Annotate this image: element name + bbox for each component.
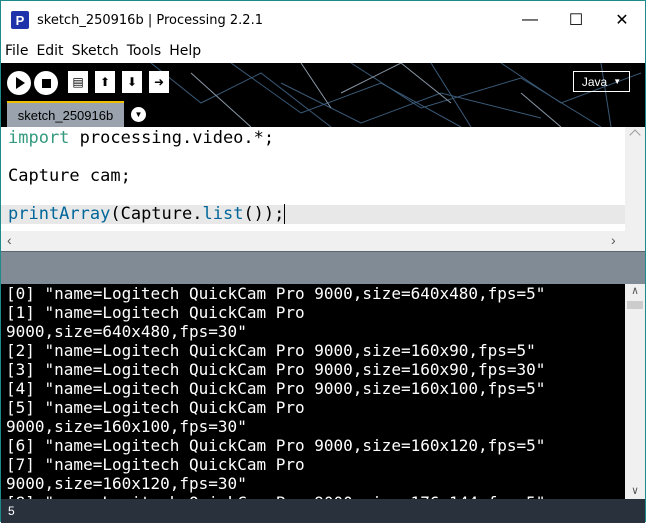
- menu-tools[interactable]: Tools: [123, 43, 166, 59]
- export-button[interactable]: ➜: [149, 71, 169, 93]
- close-button[interactable]: ✕: [599, 1, 645, 39]
- scrollbar-thumb[interactable]: [627, 301, 643, 309]
- save-button[interactable]: ⬇: [122, 71, 142, 93]
- console-output: [0] "name=Logitech QuickCam Pro 9000,siz…: [1, 284, 645, 499]
- menu-sketch[interactable]: Sketch: [68, 43, 123, 59]
- console-line: [7] "name=Logitech QuickCam Pro: [6, 455, 305, 474]
- chevron-down-icon: ▼: [134, 110, 143, 119]
- console-line: 9000,size=640x480,fps=30": [6, 322, 247, 341]
- scroll-right-icon[interactable]: ›: [611, 232, 616, 248]
- console-line: 9000,size=160x120,fps=30": [6, 474, 247, 493]
- maximize-button[interactable]: ☐: [553, 1, 599, 39]
- status-bar-line-number: 5: [1, 499, 645, 523]
- scroll-up-icon[interactable]: ∧: [625, 284, 645, 297]
- menu-edit[interactable]: Edit: [32, 43, 67, 59]
- arrow-down-icon: ⬇: [126, 75, 138, 89]
- toolbar: ▤ ⬆ ⬇ ➜ Java ▼ sketch_250916b ▼: [1, 63, 645, 127]
- open-button[interactable]: ⬆: [95, 71, 115, 93]
- code-text: ());: [243, 204, 285, 224]
- menu-help[interactable]: Help: [165, 43, 205, 59]
- console-line: 9000,size=160x100,fps=30": [6, 417, 247, 436]
- tab-menu-button[interactable]: ▼: [131, 107, 146, 122]
- editor-horizontal-scrollbar[interactable]: ‹ ›: [1, 231, 645, 251]
- code-line: Capture cam;: [8, 166, 131, 186]
- console-line: [0] "name=Logitech QuickCam Pro 9000,siz…: [6, 284, 546, 303]
- scroll-up-icon[interactable]: [629, 129, 641, 141]
- new-file-icon: ▤: [72, 75, 84, 89]
- message-area-divider[interactable]: [1, 251, 645, 284]
- text-cursor: [284, 204, 286, 224]
- menu-file[interactable]: File: [1, 43, 32, 59]
- stop-button[interactable]: [34, 71, 58, 95]
- scroll-down-icon[interactable]: ∨: [625, 484, 645, 497]
- console-line: [2] "name=Logitech QuickCam Pro 9000,siz…: [6, 341, 536, 360]
- code-line-current: printArray(Capture.list());: [1, 204, 625, 224]
- tab-sketch[interactable]: sketch_250916b: [7, 101, 124, 127]
- new-button[interactable]: ▤: [68, 71, 88, 93]
- console-line: [3] "name=Logitech QuickCam Pro 9000,siz…: [6, 360, 546, 379]
- title-bar: P sketch_250916b | Processing 2.2.1 — ☐ …: [1, 1, 645, 39]
- code-text: processing.video.*;: [69, 128, 275, 148]
- processing-logo-icon: P: [11, 11, 29, 29]
- menu-bar: File Edit Sketch Tools Help: [1, 39, 645, 63]
- console-vertical-scrollbar[interactable]: ∧ ∨: [625, 284, 645, 499]
- console-line: [5] "name=Logitech QuickCam Pro: [6, 398, 305, 417]
- export-arrow-icon: ➜: [153, 75, 165, 89]
- function-name: printArray: [8, 204, 111, 224]
- chevron-down-icon: ▼: [613, 77, 622, 86]
- console-line: [6] "name=Logitech QuickCam Pro 9000,siz…: [6, 436, 546, 455]
- console-line: [1] "name=Logitech QuickCam Pro: [6, 303, 305, 322]
- code-text: (Capture.: [110, 204, 203, 224]
- function-name: list: [202, 204, 244, 224]
- console-line: [4] "name=Logitech QuickCam Pro 9000,siz…: [6, 379, 546, 398]
- window-title: sketch_250916b | Processing 2.2.1: [37, 12, 263, 28]
- run-button[interactable]: [7, 71, 31, 95]
- mode-label: Java: [581, 74, 608, 89]
- editor-vertical-scrollbar[interactable]: [625, 127, 645, 231]
- code-line: import processing.video.*;: [1, 129, 625, 148]
- mode-selector[interactable]: Java ▼: [573, 71, 630, 92]
- arrow-up-icon: ⬆: [99, 75, 111, 89]
- keyword: import: [8, 128, 70, 148]
- play-icon: [16, 77, 25, 89]
- stop-icon: [41, 78, 51, 88]
- code-editor[interactable]: import processing.video.*; Capture cam; …: [1, 127, 645, 231]
- minimize-button[interactable]: —: [507, 1, 553, 39]
- scroll-left-icon[interactable]: ‹: [7, 232, 12, 248]
